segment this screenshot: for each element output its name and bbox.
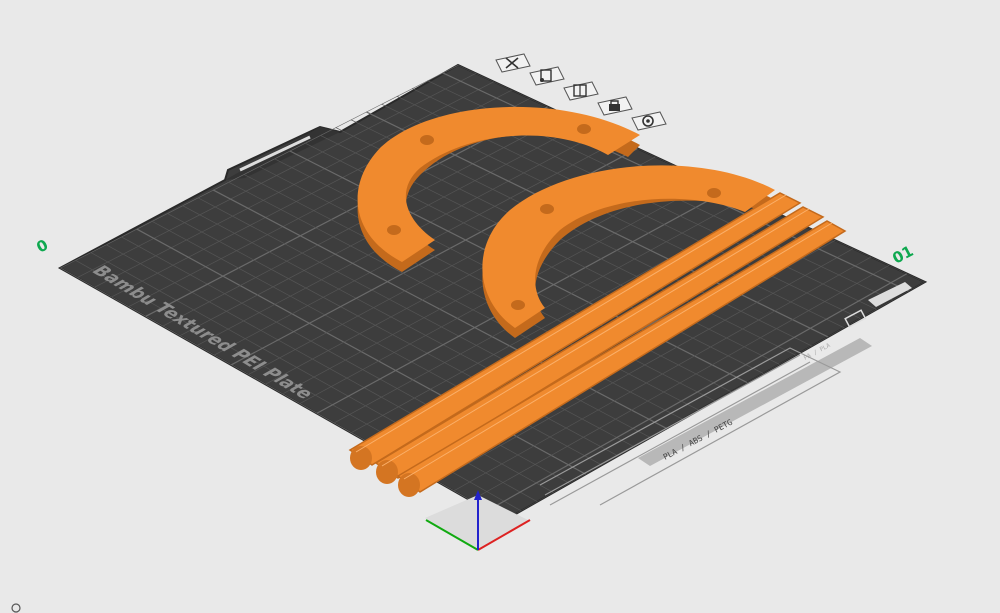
mount-hole (577, 124, 591, 134)
delete-plate-button[interactable] (495, 53, 531, 73)
lock-button[interactable] (597, 96, 633, 116)
plate-number-left: 0 (33, 236, 51, 257)
mount-hole (511, 300, 525, 310)
mount-hole (420, 135, 434, 145)
mount-hole (540, 204, 554, 214)
plate-number-right: 01 (889, 242, 916, 268)
viewport-scene[interactable]: Bambu Textured PEI Plate 0 01 PLA / ABS … (0, 0, 1000, 613)
mount-hole (387, 225, 401, 235)
3d-viewport[interactable]: Bambu Textured PEI Plate 0 01 PLA / ABS … (0, 0, 1000, 613)
rod-1-end (350, 446, 372, 470)
camera-icon[interactable] (11, 603, 21, 613)
rod-3-end (398, 473, 420, 497)
arrange-button[interactable] (563, 81, 599, 101)
auto-orient-button[interactable] (529, 66, 565, 86)
mount-hole (707, 188, 721, 198)
plate-settings-button[interactable] (631, 111, 667, 131)
rod-2-end (376, 460, 398, 484)
